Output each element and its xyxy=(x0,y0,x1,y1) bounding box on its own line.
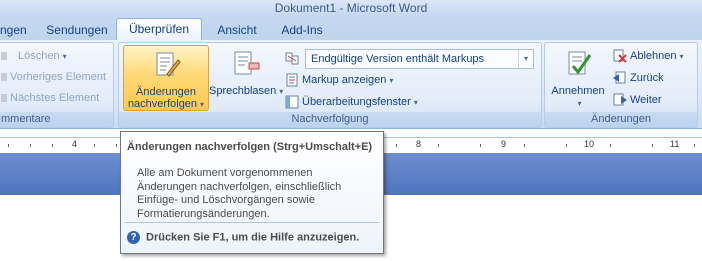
track-changes-tooltip: Änderungen nachverfolgen (Strg+Umschalt+… xyxy=(120,131,384,254)
balloons-icon xyxy=(209,45,281,85)
ruler-tick xyxy=(52,144,53,147)
tooltip-body-line: Formatierungsänderungen. xyxy=(137,207,270,220)
next-comment-button[interactable]: Nächstes Element xyxy=(1,88,99,108)
ruler-tick xyxy=(116,144,117,147)
reject-icon xyxy=(613,49,627,63)
ruler-number: 9 xyxy=(501,139,507,149)
display-for-review-select[interactable]: Endgültige Version enthält Markups ▾ xyxy=(305,49,534,69)
show-markup-icon xyxy=(285,73,299,87)
reject-label: Ablehnen xyxy=(630,50,677,62)
tooltip-separator xyxy=(125,222,379,223)
previous-comment-icon xyxy=(1,70,7,84)
ruler-number: 4 xyxy=(72,139,78,149)
tooltip-help: ? Drücken Sie F1, um die Hilfe anzuzeigen… xyxy=(127,231,359,244)
track-changes-label-line1: Änderungen xyxy=(136,86,196,98)
group-label-nachverfolgung: Nachverfolgung xyxy=(119,112,541,127)
tooltip-title: Änderungen nachverfolgen (Strg+Umschalt+… xyxy=(127,141,373,153)
group-nachverfolgung: Änderungen nachverfolgen ▾ Sprechblasen ▾ xyxy=(118,42,542,128)
chevron-down-icon: ▾ xyxy=(413,98,418,107)
previous-comment-label: Vorheriges Element xyxy=(10,71,106,83)
previous-comment-button[interactable]: Vorheriges Element xyxy=(1,67,106,87)
ruler-tick xyxy=(566,144,567,147)
track-changes-label-line2: nachverfolgen ▾ xyxy=(127,98,205,110)
previous-change-button[interactable]: Zurück xyxy=(613,68,664,88)
ruler-tick xyxy=(610,144,611,147)
ruler-tick xyxy=(438,144,439,147)
ruler-tick xyxy=(94,144,95,147)
delete-comment-button[interactable]: Löschen ▾ xyxy=(1,46,67,66)
display-for-review-icon-wrap xyxy=(285,48,302,68)
ribbon: Löschen ▾ Vorheriges Element Nächstes Ele… xyxy=(0,40,702,129)
tooltip-body-line: Alle am Dokument vorgenommenen xyxy=(137,167,313,179)
tooltip-body-line: Änderungen nachverfolgen, einschließlich xyxy=(137,180,342,193)
display-for-review-value: Endgültige Version enthält Markups xyxy=(311,53,485,65)
tab-seitenlayout-partial[interactable]: ngen xyxy=(0,20,34,40)
next-comment-label: Nächstes Element xyxy=(10,92,100,104)
tooltip-body: Alle am Dokument vorgenommenen Änderunge… xyxy=(137,167,377,221)
reviewing-pane-button[interactable]: Überarbeitungsfenster ▾ xyxy=(285,92,418,112)
track-changes-icon xyxy=(124,46,208,86)
track-changes-button[interactable]: Änderungen nachverfolgen ▾ xyxy=(123,45,209,111)
next-change-button[interactable]: Weiter xyxy=(613,90,662,110)
ruler-tick xyxy=(694,144,695,147)
ruler-tick xyxy=(652,144,653,147)
group-aenderungen: Annehmen ▾ Ablehnen ▾ Zurück Weiter Änder… xyxy=(544,42,698,128)
delete-comment-label: Löschen xyxy=(18,50,60,62)
show-markup-label: Markup anzeigen xyxy=(302,74,387,86)
previous-change-icon xyxy=(613,71,627,85)
display-for-review-icon xyxy=(285,51,299,65)
group-label-kommentare: mmentare xyxy=(0,112,113,127)
accept-label: Annehmen xyxy=(551,85,605,97)
group-label-aenderungen: Änderungen xyxy=(545,112,697,127)
ruler-tick xyxy=(480,144,481,147)
previous-change-label: Zurück xyxy=(630,72,664,84)
accept-button[interactable]: Annehmen ▾ xyxy=(547,45,609,109)
help-icon: ? xyxy=(127,231,140,244)
accept-icon xyxy=(547,45,609,85)
show-markup-button[interactable]: Markup anzeigen ▾ xyxy=(285,70,393,90)
tooltip-help-text: Drücken Sie F1, um die Hilfe anzuzeigen. xyxy=(146,231,360,244)
next-change-icon xyxy=(613,93,627,107)
ruler-tick xyxy=(524,144,525,147)
reviewing-pane-icon xyxy=(285,95,299,109)
next-change-label: Weiter xyxy=(630,94,662,106)
ruler-number: 11 xyxy=(670,139,680,149)
tab-ansicht[interactable]: Ansicht xyxy=(210,20,264,40)
tab-add-ins[interactable]: Add-Ins xyxy=(272,20,332,40)
chevron-down-icon: ▾ xyxy=(679,52,684,61)
chevron-down-icon: ▾ xyxy=(62,52,67,61)
balloons-label: Sprechblasen ▾ xyxy=(209,85,284,97)
chevron-down-icon: ▾ xyxy=(389,76,394,85)
ruler-number: 8 xyxy=(416,139,422,149)
ruler-tick xyxy=(8,144,9,147)
tooltip-body-line: Einfüge- und Löschvorgängen sowie xyxy=(137,194,315,206)
ruler-number: 10 xyxy=(584,139,595,149)
reviewing-pane-label: Überarbeitungsfenster xyxy=(302,96,411,108)
ribbon-tab-row: ngen Sendungen Überprüfen Ansicht Add-In… xyxy=(0,16,702,41)
window-title: Dokument1 - Microsoft Word xyxy=(274,1,428,15)
chevron-down-icon: ▾ xyxy=(577,99,582,108)
balloons-button[interactable]: Sprechblasen ▾ xyxy=(209,45,284,109)
reject-button[interactable]: Ablehnen ▾ xyxy=(613,46,684,66)
tab-sendungen[interactable]: Sendungen xyxy=(40,20,114,40)
group-kommentare: Löschen ▾ Vorheriges Element Nächstes Ele… xyxy=(0,42,114,128)
delete-comment-icon xyxy=(1,49,15,63)
title-bar: Dokument1 - Microsoft Word xyxy=(0,0,702,16)
ruler-tick xyxy=(30,144,31,147)
ruler-tick xyxy=(396,144,397,147)
tab-ueberpruefen[interactable]: Überprüfen xyxy=(116,18,202,41)
chevron-down-icon[interactable]: ▾ xyxy=(518,50,533,68)
next-comment-icon xyxy=(1,91,7,105)
